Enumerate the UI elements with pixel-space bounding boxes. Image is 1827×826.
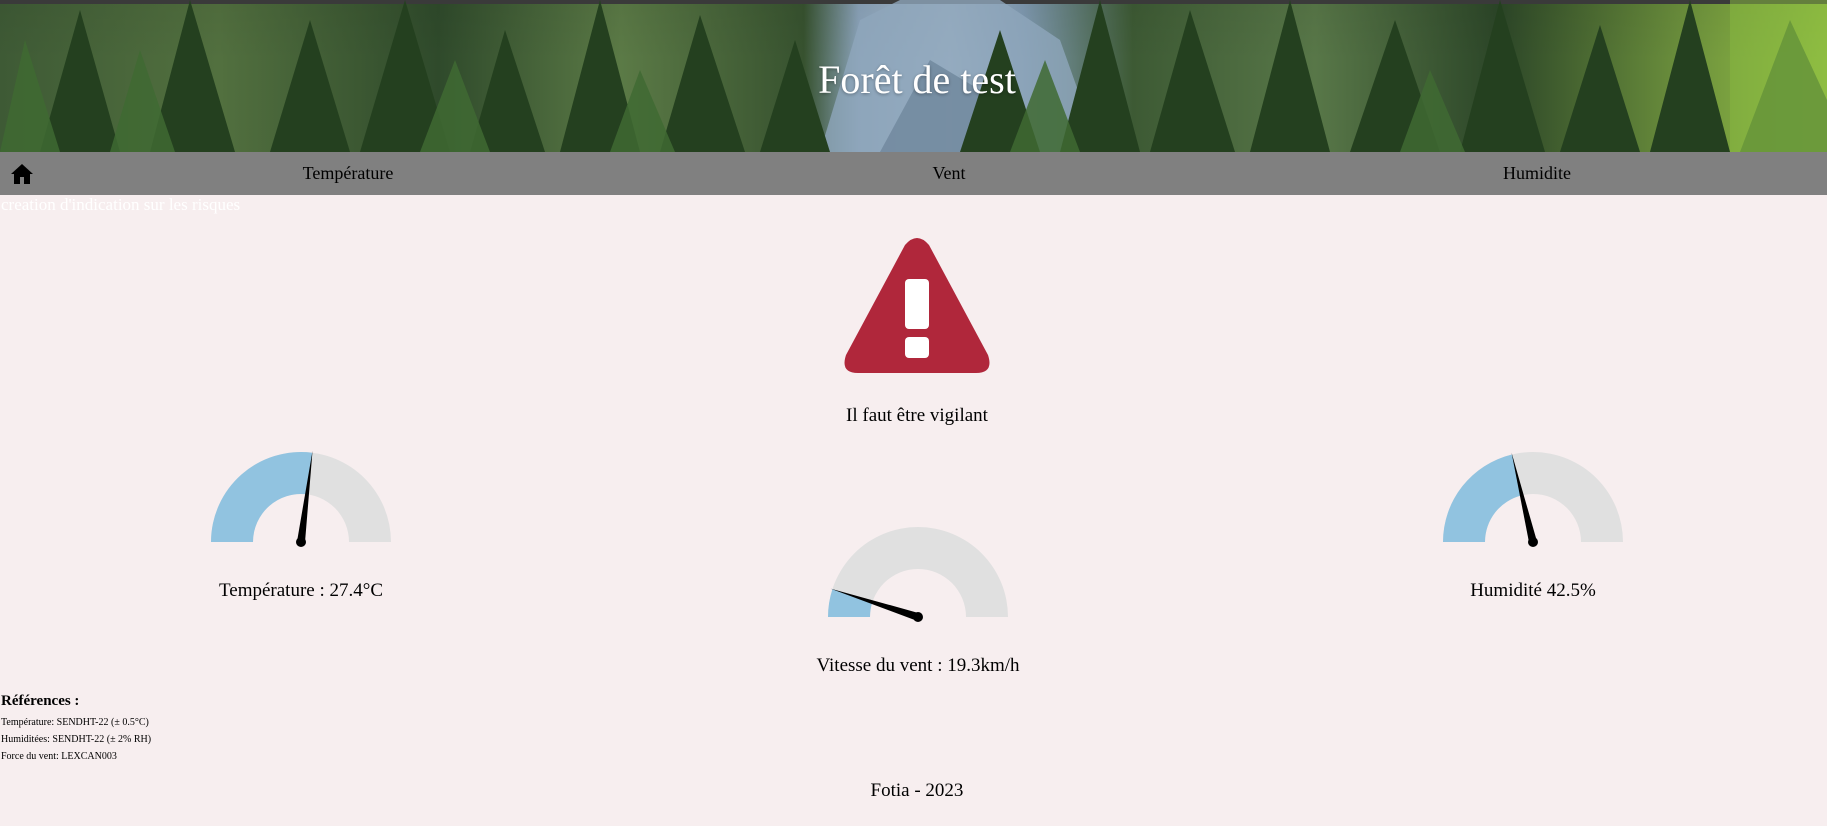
page-title: Forêt de test bbox=[818, 57, 1016, 102]
temperature-gauge-fill bbox=[211, 452, 313, 542]
nav-item-vent[interactable]: Vent bbox=[933, 163, 966, 184]
references-section: Références : Température: SENDHT-22 (± 0… bbox=[1, 693, 151, 765]
reference-line: Température: SENDHT-22 (± 0.5°C) bbox=[1, 717, 149, 728]
alert-message: Il faut être vigilant bbox=[846, 405, 988, 426]
main-nav: Température Vent Humidite bbox=[0, 152, 1827, 195]
wind-speed-gauge bbox=[828, 527, 1008, 622]
humidity-gauge-fill bbox=[1443, 454, 1522, 542]
risk-indication-text: creation d'indication sur les risques bbox=[1, 195, 241, 214]
header-banner: Forêt de test bbox=[0, 0, 1827, 152]
humidity-gauge-hub bbox=[1528, 537, 1538, 547]
nav-item-temperature[interactable]: Température bbox=[303, 163, 394, 184]
footer-text: Fotia - 2023 bbox=[870, 780, 964, 801]
temperature-gauge-hub bbox=[296, 537, 306, 547]
temperature-label: Température : 27.4°C bbox=[218, 580, 384, 601]
temperature-gauge bbox=[211, 450, 391, 547]
nav-item-humidite[interactable]: Humidite bbox=[1503, 163, 1571, 184]
references-title: Références : bbox=[1, 693, 80, 709]
warning-triangle-icon bbox=[844, 238, 990, 373]
wind-speed-label: Vitesse du vent : 19.3km/h bbox=[816, 655, 1020, 676]
humidity-label: Humidité 42.5% bbox=[1470, 580, 1596, 601]
reference-line: Force du vent: LEXCAN003 bbox=[1, 751, 117, 762]
humidity-gauge bbox=[1443, 452, 1623, 547]
home-icon[interactable] bbox=[10, 162, 34, 186]
wind-gauge-hub bbox=[913, 612, 923, 622]
reference-line: Humiditées: SENDHT-22 (± 2% RH) bbox=[1, 734, 152, 745]
